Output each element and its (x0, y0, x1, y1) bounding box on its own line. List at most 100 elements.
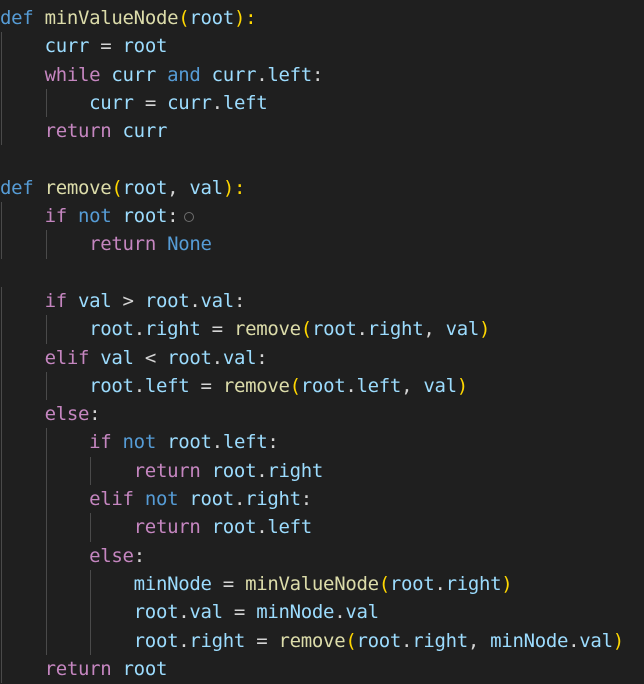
code-token: = (245, 629, 279, 652)
code-token: , (167, 176, 190, 199)
code-line[interactable]: root.right = remove(root.right, val) (0, 315, 624, 344)
lightbulb-hint-icon[interactable] (184, 211, 195, 222)
code-token: ) (479, 318, 491, 341)
code-line[interactable]: return root.left (0, 513, 624, 542)
code-token: val (579, 629, 613, 652)
code-line[interactable]: return root (0, 654, 624, 684)
code-token: root (122, 176, 168, 199)
code-token: : (89, 403, 101, 426)
code-line[interactable]: minNode = minValueNode(root.right) (0, 569, 624, 599)
code-line[interactable]: curr = curr.left (0, 88, 624, 118)
code-line[interactable]: while curr and curr.left: (0, 60, 624, 89)
code-token: . (568, 629, 580, 652)
code-token: right (445, 572, 502, 595)
code-token: elif (89, 488, 134, 511)
indent-guide (45, 428, 47, 457)
code-token: left (222, 91, 268, 114)
code-token: curr (211, 63, 257, 86)
code-token: val (445, 318, 480, 341)
code-token: : (311, 63, 324, 86)
code-line[interactable]: def minValueNode(root): (0, 4, 624, 32)
code-line[interactable]: root.right = remove(root.right, minNode.… (0, 626, 624, 655)
code-content[interactable]: def minValueNode(root): curr = root whil… (0, 4, 624, 684)
code-token: curr (111, 63, 156, 86)
code-line[interactable]: if val > root.val: (0, 286, 624, 316)
code-token: = (222, 601, 257, 624)
code-line[interactable]: return None (0, 230, 624, 259)
code-line[interactable]: elif val < root.val: (0, 343, 624, 372)
code-token: minNode (256, 601, 335, 624)
indent-guide (1, 513, 2, 542)
code-token: ( (300, 318, 312, 341)
indent-guide (90, 513, 92, 542)
code-token: right (245, 488, 301, 511)
indent-guide (45, 230, 47, 259)
code-token: root (389, 572, 435, 595)
code-token: . (178, 601, 190, 624)
code-token: root (356, 629, 402, 652)
code-line[interactable]: root.val = minNode.val (0, 598, 624, 627)
code-token: remove (44, 176, 112, 199)
code-token: minNode (133, 572, 212, 595)
code-line[interactable]: return root.right (0, 456, 624, 486)
code-token: root (300, 374, 346, 397)
code-line[interactable]: def remove(root, val): (0, 174, 624, 202)
code-token: right (189, 629, 246, 652)
code-token: root (167, 346, 212, 369)
code-token: root (311, 318, 357, 341)
code-token: ( (345, 629, 357, 652)
code-token: ): (233, 7, 257, 29)
code-editor[interactable]: def minValueNode(root): curr = root whil… (0, 0, 644, 684)
code-line[interactable]: else: (0, 400, 624, 429)
code-token: root (122, 205, 168, 228)
code-token: = (211, 572, 246, 595)
code-token: val (77, 289, 112, 312)
code-token: val (200, 289, 235, 312)
code-token: : (300, 488, 312, 511)
indent-guide (90, 456, 92, 486)
code-token: if (89, 431, 112, 454)
code-line[interactable]: curr = root (0, 32, 624, 61)
code-line[interactable]: if not root.left: (0, 428, 624, 457)
indent-guide (1, 598, 2, 627)
code-line[interactable]: else: (0, 541, 624, 570)
code-token: = (133, 91, 168, 114)
indent-guide (1, 117, 2, 146)
code-token: left (267, 516, 312, 539)
code-token: val (222, 346, 257, 369)
code-line[interactable]: if not root: (0, 202, 624, 231)
code-token: root (189, 7, 234, 29)
indent-guide (1, 485, 2, 514)
code-token: val (423, 374, 457, 397)
code-token: root (211, 459, 257, 482)
code-line[interactable]: root.left = remove(root.left, val) (0, 371, 624, 401)
code-line[interactable]: elif not root.right: (0, 485, 624, 514)
code-token: def (0, 7, 34, 29)
indent-guide (1, 654, 2, 684)
code-line[interactable] (0, 259, 624, 287)
code-token: left (356, 374, 402, 397)
indent-guide (45, 485, 47, 514)
code-line[interactable]: return curr (0, 117, 624, 146)
code-line[interactable] (0, 145, 624, 173)
code-token: return (133, 459, 201, 482)
code-token: if (44, 205, 68, 228)
code-token: root (211, 516, 257, 539)
code-token: while (44, 63, 101, 86)
code-token: return (44, 657, 112, 680)
indent-guide (90, 569, 92, 599)
